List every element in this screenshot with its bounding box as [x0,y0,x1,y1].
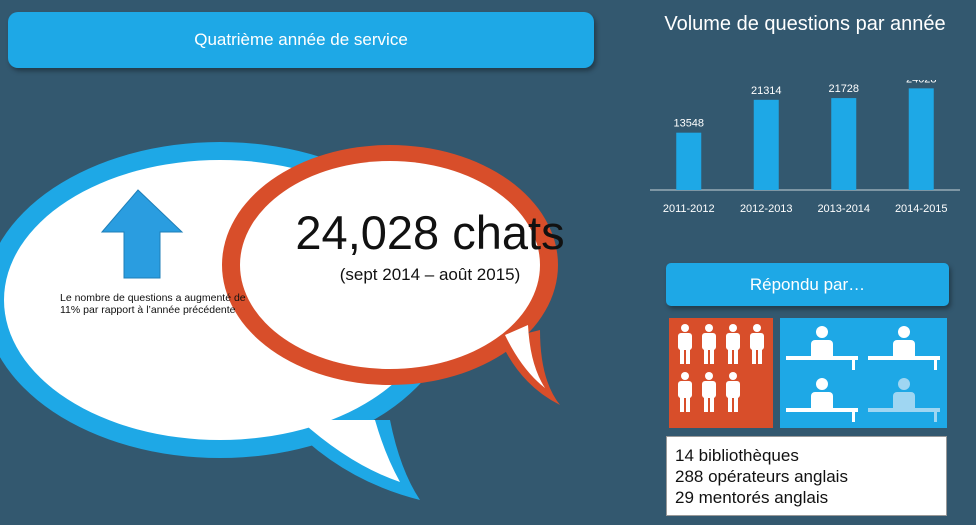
bar [908,88,934,190]
speech-bubbles-graphic [0,142,560,500]
bar [831,98,857,190]
tick-label: 2013-2014 [817,203,870,215]
tick-label: 2011-2012 [663,203,715,215]
increase-note: Le nombre de questions a augmenté de 11%… [60,292,246,316]
data-label: 13548 [673,118,704,130]
data-label: 21314 [751,85,782,97]
bar-chart: 13548 2011-2012 21314 2012-2013 21728 2013-20… [650,80,960,215]
stat-libraries: 14 bibliothèques [675,446,799,465]
librarians-panel [669,318,773,428]
stat-mentees: 29 mentorés anglais [675,488,829,507]
answered-by-title: Répondu par… [749,274,866,294]
operators-panel [780,318,947,428]
tick-label: 2014-2015 [895,203,948,215]
answered-by-banner: Répondu par… [666,263,949,306]
data-label: 21728 [828,83,859,95]
data-label: 24028 [906,80,937,85]
bar [753,99,779,190]
page-title: Quatrième année de service [194,30,408,49]
stats-box: 14 bibliothèques 288 opérateurs anglais … [666,436,947,516]
chart-title: Volume de questions par année [664,13,946,35]
stat-operators: 288 opérateurs anglais [675,467,848,486]
tick-label: 2012-2013 [740,203,793,215]
page-title-banner: Quatrième année de service [8,12,594,68]
total-chats: 24,028 chats [295,206,565,259]
period-range: (sept 2014 – août 2015) [339,265,521,284]
bar [676,132,702,190]
